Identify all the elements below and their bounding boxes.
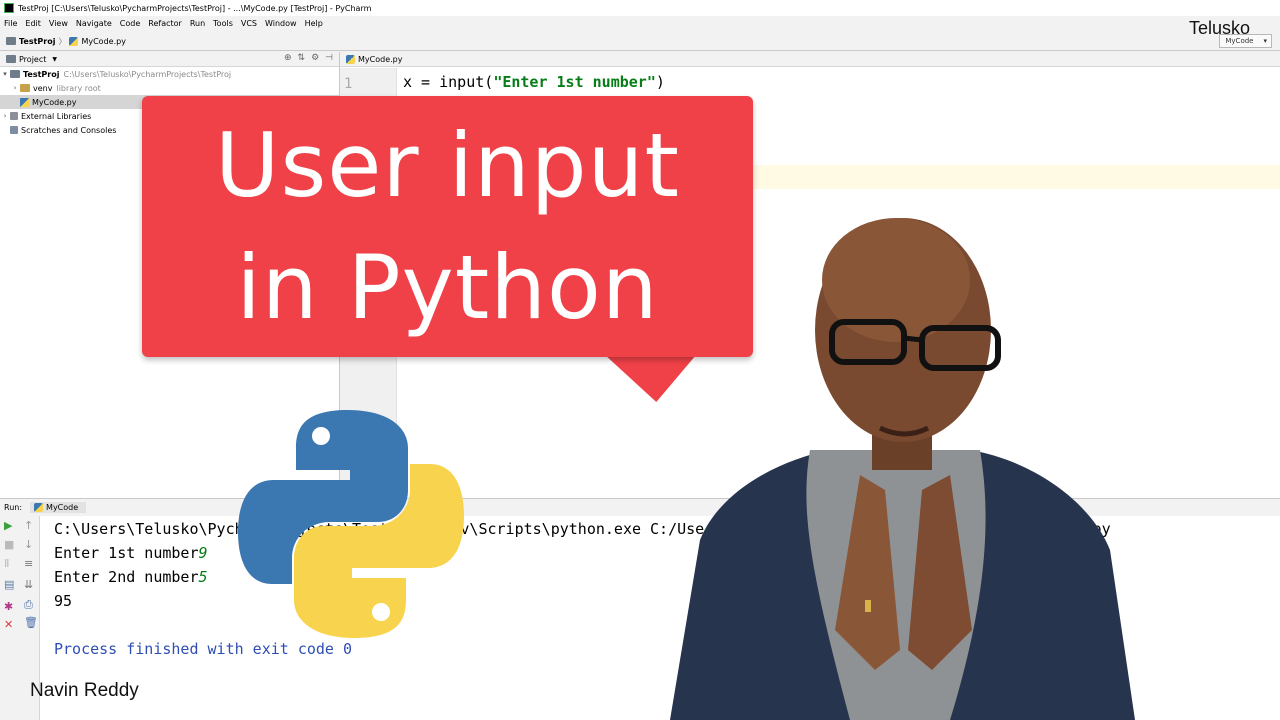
python-file-icon [69,36,79,46]
tree-item-label: Scratches and Consoles [21,125,117,135]
up-arrow-icon[interactable]: ↑ [24,519,33,532]
tree-item-label: MyCode.py [32,97,77,107]
editor-tabs: MyCode.py [340,52,1280,67]
menu-bar: File Edit View Navigate Code Refactor Ru… [0,16,1280,31]
tree-item-testproj[interactable]: ▾ TestProj C:\Users\Telusko\PycharmProje… [0,67,339,81]
pause-icon[interactable]: Ⅱ [4,557,9,570]
menu-run[interactable]: Run [190,19,205,28]
rerun-icon[interactable]: ▶ [4,519,12,532]
scratches-icon [10,126,18,134]
pin-icon[interactable]: ✱ [4,600,13,613]
breadcrumb-file[interactable]: MyCode.py [81,37,125,46]
layout-icon[interactable]: ▤ [4,578,14,591]
presenter-photo [670,218,1135,720]
stop-icon[interactable]: ■ [4,538,14,551]
tree-item-label: External Libraries [21,111,92,121]
code-string: "Enter 1st number" [493,73,656,91]
python-file-icon [20,97,29,107]
menu-navigate[interactable]: Navigate [76,19,112,28]
locate-icon[interactable]: ⊕ [284,53,292,63]
console-prompt-1: Enter 1st number9 [54,544,208,562]
author-name: Navin Reddy [30,680,139,701]
title-bar: TestProj [C:\Users\Telusko\PycharmProjec… [0,0,1280,16]
python-logo-icon [238,410,464,638]
library-icon [10,112,18,120]
menu-refactor[interactable]: Refactor [148,19,182,28]
run-tab[interactable]: MyCode [30,502,87,513]
tab-mycode[interactable]: MyCode.py [358,55,402,64]
menu-window[interactable]: Window [265,19,297,28]
chevron-down-icon: ▾ [1263,37,1267,45]
tree-item-label: venv [33,83,53,93]
headline-line-1: User input [215,114,680,217]
expand-arrow-icon[interactable]: › [0,112,10,120]
prompt-text: Enter 2nd number [54,568,199,586]
folder-icon [10,70,20,78]
menu-code[interactable]: Code [120,19,140,28]
menu-view[interactable]: View [49,19,68,28]
close-icon[interactable]: ✕ [4,618,13,631]
expand-arrow-icon[interactable]: ▾ [0,70,10,78]
console-result: 95 [54,592,73,610]
menu-help[interactable]: Help [305,19,323,28]
user-input: 5 [198,568,208,586]
menu-tools[interactable]: Tools [213,19,233,28]
chevron-down-icon[interactable]: ▼ [52,56,57,63]
user-input: 9 [198,544,208,562]
prompt-text: Enter 1st number [54,544,199,562]
run-tab-label: MyCode [46,503,79,512]
gear-icon[interactable]: ⚙ [311,53,319,63]
collapse-icon[interactable]: ⇅ [298,53,306,63]
project-panel-header: Project ▼ ⊕ ⇅ ⚙ ⊣ [0,52,339,67]
menu-edit[interactable]: Edit [25,19,41,28]
expand-arrow-icon[interactable]: › [10,84,20,92]
folder-icon [6,37,16,45]
code-suffix: ) [655,73,665,91]
console-prompt-2: Enter 2nd number5 [54,568,208,586]
python-file-icon [346,54,355,64]
print-icon[interactable]: ⎙ [24,598,33,612]
hide-icon[interactable]: ⊣ [325,53,333,63]
panel-tools: ⊕ ⇅ ⚙ ⊣ [284,53,333,63]
tree-item-label: TestProj [23,69,60,79]
trash-icon[interactable]: 🗑 [24,616,38,629]
menu-vcs[interactable]: VCS [241,19,257,28]
scroll-to-end-icon[interactable]: ⇊ [24,578,33,591]
tree-item-venv[interactable]: › venv library root [0,81,339,95]
project-view-label[interactable]: Project [19,55,46,64]
line-number: 1 [344,76,353,92]
project-view-icon [6,55,16,63]
menu-file[interactable]: File [4,19,17,28]
breadcrumb-separator-icon: 〉 [58,36,67,46]
console-exit-message: Process finished with exit code 0 [54,640,353,658]
tree-item-hint: C:\Users\Telusko\PycharmProjects\TestPro… [63,69,232,79]
python-file-icon [34,503,44,512]
folder-icon [20,84,30,92]
pycharm-icon [4,3,14,13]
soft-wrap-icon[interactable]: ≡ [24,557,33,570]
window-title: TestProj [C:\Users\Telusko\PycharmProjec… [18,3,372,13]
code-line[interactable]: x = input("Enter 1st number") [403,73,665,91]
navigation-bar: TestProj 〉 MyCode.py MyCode ▾ [0,32,1280,51]
down-arrow-icon[interactable]: ↓ [24,538,33,551]
run-label: Run: [4,503,23,512]
code-prefix: x = input( [403,73,494,91]
breadcrumb-project[interactable]: TestProj [19,37,55,46]
channel-brand: Telusko [1189,18,1251,38]
tree-item-hint: library root [56,83,101,93]
